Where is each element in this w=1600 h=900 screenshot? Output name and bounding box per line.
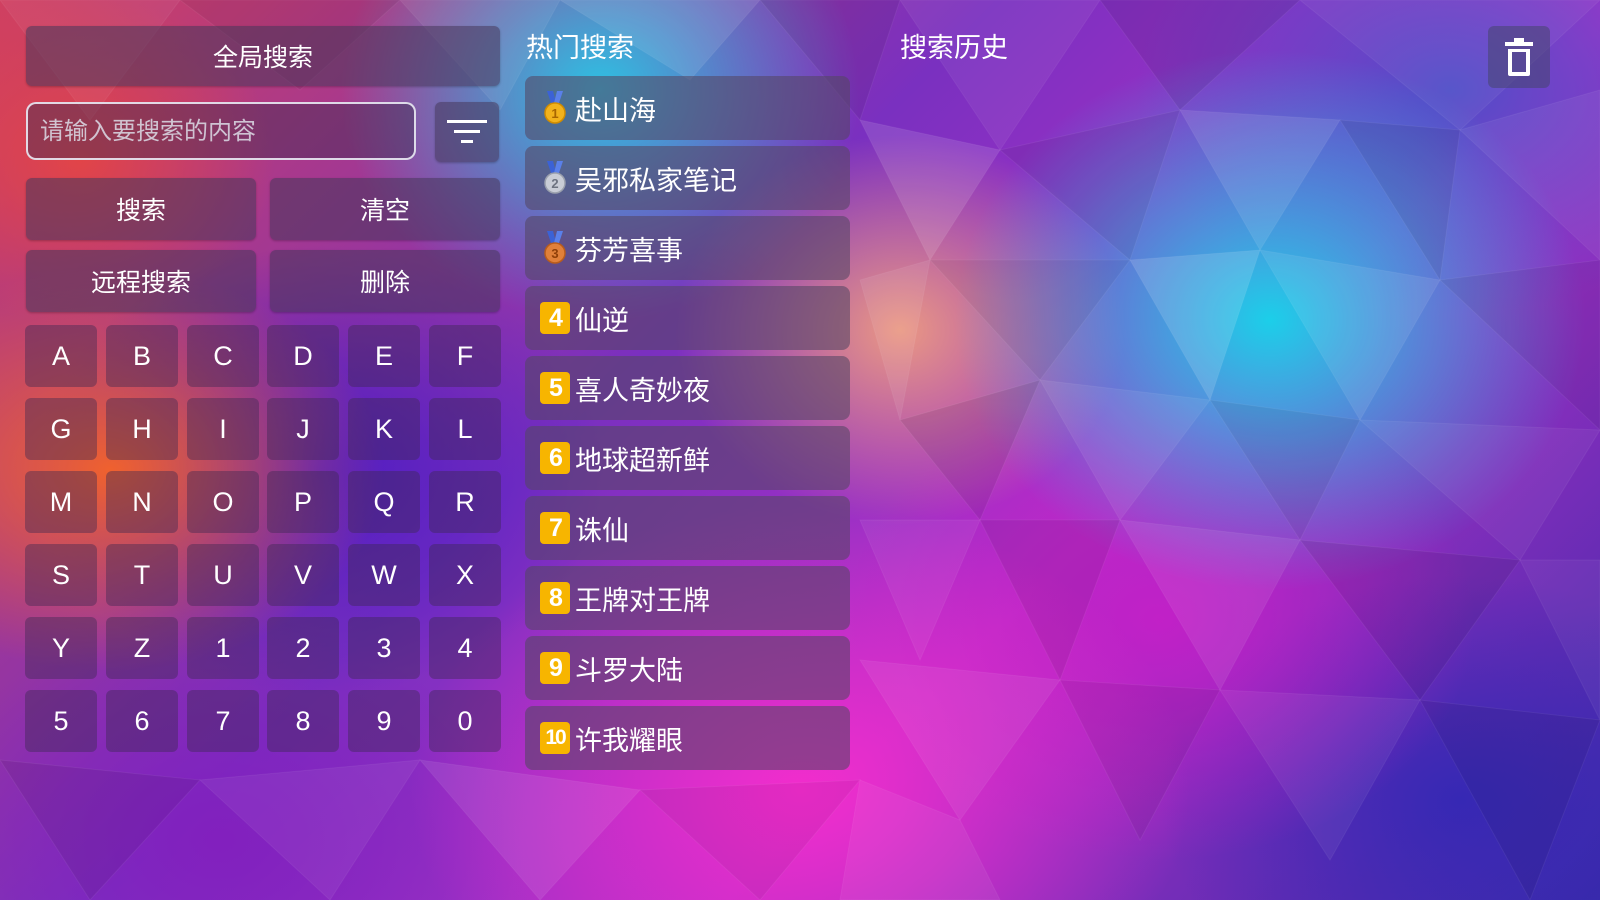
rank-badge: 6 [540,442,570,474]
key-9[interactable]: 9 [348,690,420,752]
search-history-title: 搜索历史 [900,33,1008,64]
clear-button[interactable]: 清空 [270,178,500,240]
hot-item-8[interactable]: 8 王牌对王牌 [525,566,850,630]
key-g[interactable]: G [25,398,97,460]
rank-badge: 8 [540,582,570,614]
rank-badge: 5 [540,372,570,404]
key-i[interactable]: I [187,398,259,460]
key-8[interactable]: 8 [267,690,339,752]
gold-medal-icon: 1 [539,91,571,125]
key-q[interactable]: Q [348,471,420,533]
key-m[interactable]: M [25,471,97,533]
key-b[interactable]: B [106,325,178,387]
key-c[interactable]: C [187,325,259,387]
hot-item-4[interactable]: 4 仙逆 [525,286,850,350]
silver-medal-icon: 2 [539,161,571,195]
key-z[interactable]: Z [106,617,178,679]
hot-item-title: 许我耀眼 [575,725,683,757]
key-o[interactable]: O [187,471,259,533]
rank-badge: 10 [540,722,570,754]
key-2[interactable]: 2 [267,617,339,679]
filter-icon [447,120,487,143]
key-y[interactable]: Y [25,617,97,679]
key-h[interactable]: H [106,398,178,460]
search-input[interactable] [26,102,416,160]
hot-search-title: 热门搜索 [526,33,634,64]
remote-search-label: 远程搜索 [90,268,191,297]
hot-item-title: 地球超新鲜 [575,445,710,477]
hot-item-title: 吴邪私家笔记 [575,165,737,197]
key-x[interactable]: X [429,544,501,606]
trash-icon [1505,38,1533,76]
svg-text:1: 1 [551,106,558,121]
global-search-button[interactable]: 全局搜索 [26,26,500,86]
rank-badge: 4 [540,302,570,334]
hot-item-title: 王牌对王牌 [575,585,710,617]
global-search-label: 全局搜索 [212,43,313,72]
key-p[interactable]: P [267,471,339,533]
key-u[interactable]: U [187,544,259,606]
key-f[interactable]: F [429,325,501,387]
svg-text:2: 2 [551,176,558,191]
search-button[interactable]: 搜索 [26,178,256,240]
key-w[interactable]: W [348,544,420,606]
rank-badge: 9 [540,652,570,684]
rank-badge: 7 [540,512,570,544]
key-0[interactable]: 0 [429,690,501,752]
delete-button[interactable]: 删除 [270,250,500,312]
key-t[interactable]: T [106,544,178,606]
svg-text:3: 3 [551,246,558,261]
hot-item-title: 芬芳喜事 [575,235,683,267]
bronze-medal-icon: 3 [539,231,571,265]
hot-item-5[interactable]: 5 喜人奇妙夜 [525,356,850,420]
search-button-label: 搜索 [115,196,166,225]
hot-item-7[interactable]: 7 诛仙 [525,496,850,560]
filter-button[interactable] [435,102,499,162]
key-l[interactable]: L [429,398,501,460]
clear-button-label: 清空 [359,196,410,225]
key-n[interactable]: N [106,471,178,533]
hot-item-9[interactable]: 9 斗罗大陆 [525,636,850,700]
key-1[interactable]: 1 [187,617,259,679]
key-3[interactable]: 3 [348,617,420,679]
remote-search-button[interactable]: 远程搜索 [26,250,256,312]
key-s[interactable]: S [25,544,97,606]
hot-item-title: 仙逆 [575,305,629,337]
hot-item-3[interactable]: 3 芬芳喜事 [525,216,850,280]
key-7[interactable]: 7 [187,690,259,752]
clear-history-button[interactable] [1488,26,1550,88]
hot-item-1[interactable]: 1 赴山海 [525,76,850,140]
hot-item-6[interactable]: 6 地球超新鲜 [525,426,850,490]
key-e[interactable]: E [348,325,420,387]
key-d[interactable]: D [267,325,339,387]
key-5[interactable]: 5 [25,690,97,752]
key-j[interactable]: J [267,398,339,460]
delete-button-label: 删除 [359,268,410,297]
hot-item-2[interactable]: 2 吴邪私家笔记 [525,146,850,210]
hot-item-title: 斗罗大陆 [575,655,683,687]
key-6[interactable]: 6 [106,690,178,752]
key-r[interactable]: R [429,471,501,533]
key-4[interactable]: 4 [429,617,501,679]
key-v[interactable]: V [267,544,339,606]
hot-item-title: 赴山海 [575,95,656,127]
key-a[interactable]: A [25,325,97,387]
hot-item-10[interactable]: 10 许我耀眼 [525,706,850,770]
hot-item-title: 喜人奇妙夜 [575,375,710,407]
key-k[interactable]: K [348,398,420,460]
hot-item-title: 诛仙 [575,515,629,547]
